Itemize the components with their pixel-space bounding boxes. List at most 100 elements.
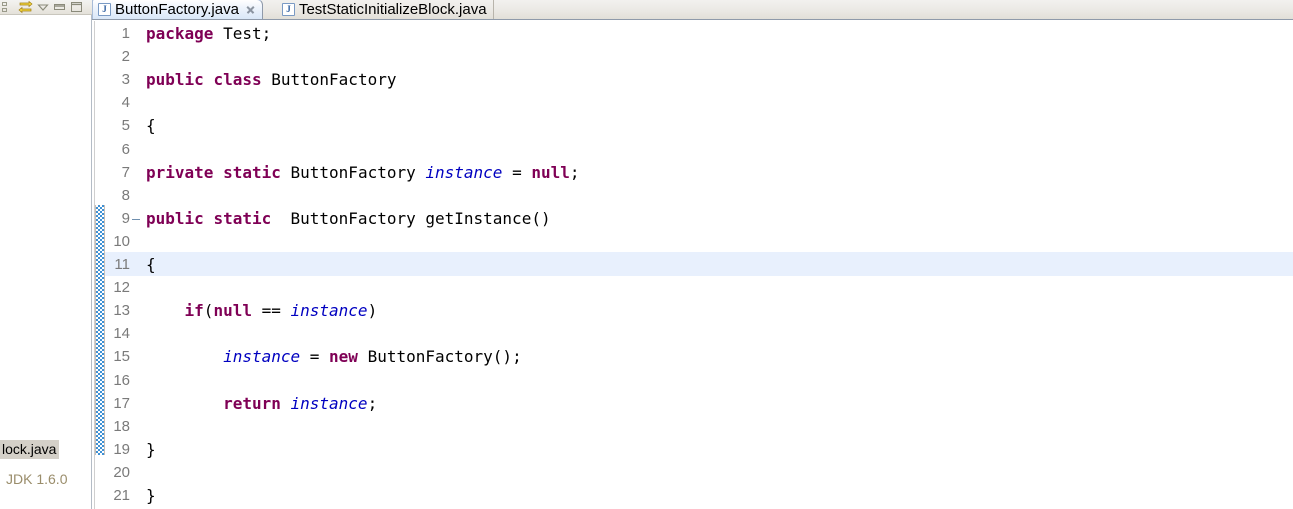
editor-tab-buttonfactory[interactable]: ButtonFactory.java — [92, 0, 263, 19]
code-token: public — [146, 70, 204, 90]
code-token: new — [329, 347, 358, 367]
code-token: instance — [425, 162, 503, 182]
line-number: 9 — [121, 209, 130, 227]
code-line[interactable]: 12 — [92, 276, 1293, 299]
code-token: instance — [223, 347, 301, 367]
code-line[interactable]: 2 — [92, 45, 1293, 68]
link-with-editor-icon[interactable] — [17, 0, 34, 14]
code-line[interactable]: 19} — [92, 438, 1293, 461]
code-token: if — [184, 301, 204, 321]
code-text: private static ButtonFactory instance = … — [141, 163, 1293, 182]
code-line[interactable]: 11 { — [92, 253, 1293, 276]
line-number: 14 — [113, 325, 130, 343]
source-editor[interactable]: 1 package Test; 2 3 public class ButtonFacto… — [92, 21, 1293, 509]
package-explorer-tree[interactable]: lock.java JDK 1.6.0 — [0, 15, 91, 509]
code-line[interactable]: 13 if(null == instance) — [92, 299, 1293, 322]
code-line[interactable]: 20 — [92, 461, 1293, 484]
code-line[interactable]: 4 — [92, 91, 1293, 114]
code-line[interactable]: 16 — [92, 369, 1293, 392]
code-text: } — [141, 486, 1293, 505]
editor-tab-label: ButtonFactory.java — [115, 1, 239, 18]
collapse-all-icon[interactable] — [0, 0, 17, 14]
code-line[interactable]: 6 — [92, 138, 1293, 161]
code-text: package Test; — [141, 24, 1293, 43]
line-number: 4 — [121, 94, 130, 112]
code-token: ButtonFactory — [261, 70, 397, 90]
package-explorer-view: lock.java JDK 1.6.0 — [0, 0, 92, 509]
fold-collapse-icon[interactable] — [132, 207, 141, 230]
line-number: 8 — [121, 186, 130, 204]
maximize-icon[interactable] — [68, 0, 85, 14]
code-line[interactable]: 8 — [92, 184, 1293, 207]
line-number: 18 — [113, 417, 130, 435]
tree-item-jre[interactable]: JDK 1.6.0 — [6, 471, 67, 487]
code-token: ButtonFactory — [280, 162, 426, 182]
code-token: public — [146, 208, 204, 228]
line-number: 17 — [113, 394, 130, 412]
code-line[interactable]: 17 return instance; — [92, 392, 1293, 415]
code-text: } — [141, 440, 1293, 459]
line-number: 2 — [121, 48, 130, 66]
code-token: static — [223, 162, 281, 182]
editor-tab-label: TestStaticInitializeBlock.java — [298, 0, 487, 18]
code-token: ButtonFactory getInstance() — [271, 208, 551, 228]
code-line[interactable]: 9 public static ButtonFactory getInstance… — [92, 207, 1293, 230]
fold-minus-icon[interactable] — [132, 216, 140, 224]
code-token: == — [251, 301, 291, 321]
code-line[interactable]: 15 instance = new ButtonFactory(); — [92, 345, 1293, 368]
code-token: package — [146, 24, 214, 43]
code-line[interactable]: 10 — [92, 230, 1293, 253]
java-file-icon — [281, 2, 295, 16]
line-number: 5 — [121, 117, 130, 135]
line-number: 3 — [121, 71, 130, 89]
tree-item-file[interactable]: lock.java — [0, 440, 60, 459]
editor-area: ButtonFactory.java TestStaticInitializeB… — [92, 0, 1293, 509]
code-token: Test; — [213, 24, 272, 43]
line-number: 21 — [113, 487, 130, 504]
code-text: public class ButtonFactory — [141, 70, 1293, 89]
editor-tab-teststaticinitializeblock[interactable]: TestStaticInitializeBlock.java — [277, 0, 494, 19]
code-text: { — [141, 255, 1293, 274]
minimize-icon[interactable] — [51, 0, 68, 14]
close-icon[interactable] — [245, 4, 256, 15]
chevron-down-glyph — [36, 3, 49, 11]
code-line[interactable]: 1 package Test; — [92, 22, 1293, 45]
editor-tab-bar: ButtonFactory.java TestStaticInitializeB… — [92, 0, 1293, 20]
code-line[interactable]: 3 public class ButtonFactory — [92, 68, 1293, 91]
link-arrows-glyph — [18, 0, 33, 13]
code-line[interactable]: 18 — [92, 415, 1293, 438]
minimize-glyph — [54, 3, 65, 10]
code-line[interactable]: 7 private static ButtonFactory instance =… — [92, 161, 1293, 184]
code-line[interactable]: 5{ — [92, 114, 1293, 137]
code-line[interactable]: 21} — [92, 484, 1293, 507]
code-token: { — [146, 255, 156, 274]
code-token: instance — [290, 301, 368, 321]
view-menu-icon[interactable] — [34, 0, 51, 14]
maximize-glyph — [71, 2, 82, 12]
line-number: 11 — [114, 256, 130, 273]
collapse-all-glyph — [2, 1, 7, 12]
line-number: 1 — [121, 25, 130, 42]
code-line[interactable]: 14 — [92, 322, 1293, 345]
